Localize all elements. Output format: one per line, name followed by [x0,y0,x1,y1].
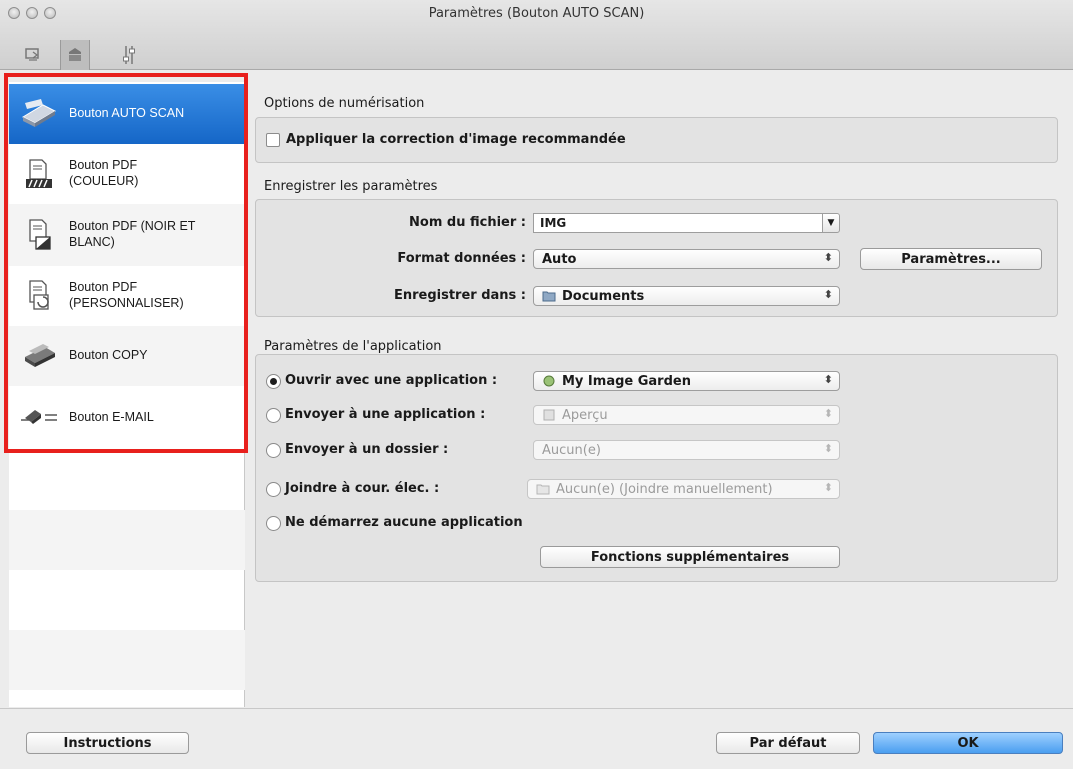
filename-dropdown-button[interactable]: ▼ [822,213,840,233]
open-with-app-label: Ouvrir avec une application : [285,373,498,388]
up-down-arrows-icon: ⬍ [823,373,833,386]
sidebar-item-pdf-bw[interactable]: Bouton PDF (NOIR ET BLANC) [9,204,245,266]
copy-icon [9,326,69,386]
up-down-arrows-icon: ⬍ [823,407,833,420]
sidebar-item-pdf-color[interactable]: Bouton PDF (COULEUR) [9,144,245,204]
sidebar-item-label: Bouton E-MAIL [69,410,154,425]
send-to-app-value: Aperçu [562,407,608,423]
app-icon [542,375,556,387]
send-to-app-radio[interactable] [266,408,281,423]
ok-button[interactable]: OK [873,732,1063,754]
sidebar-item-auto-scan[interactable]: Bouton AUTO SCAN [9,84,245,144]
up-down-arrows-icon: ⬍ [823,251,833,264]
up-down-arrows-icon: ⬍ [823,288,833,301]
preview-app-icon [542,409,556,421]
save-in-select[interactable]: Documents ⬍ [533,286,840,306]
send-to-folder-value: Aucun(e) [542,442,601,458]
filename-input[interactable]: IMG [533,213,823,233]
title-bar: Paramètres (Bouton AUTO SCAN) [0,0,1073,70]
format-value: Auto [542,251,577,267]
attach-email-radio[interactable] [266,482,281,497]
window-title: Paramètres (Bouton AUTO SCAN) [428,6,645,21]
empty-row [9,510,245,570]
sidebar-item-label: Bouton AUTO SCAN [69,106,185,121]
sidebar-item-pdf-custom[interactable]: Bouton PDF (PERSONNALISER) [9,266,245,326]
send-to-app-label: Envoyer à une application : [285,407,486,422]
filename-label: Nom du fichier : [409,215,526,230]
scan-from-computer-icon [25,48,39,61]
no-app-label: Ne démarrez aucune application [285,515,523,530]
tab-scan-from-panel[interactable] [60,40,90,70]
folder-icon [536,483,550,495]
up-down-arrows-icon: ⬍ [823,442,833,455]
email-icon [9,386,69,450]
instructions-button[interactable]: Instructions [26,732,189,754]
sidebar-item-copy[interactable]: Bouton COPY [9,326,245,386]
app-settings-title: Paramètres de l'application [264,339,442,354]
scanner-icon [9,84,69,144]
scan-from-panel-icon [69,48,81,61]
tab-scan-from-computer[interactable] [18,40,48,70]
more-functions-button[interactable]: Fonctions supplémentaires [540,546,840,568]
pdf-bw-icon [9,204,69,266]
apply-correction-label: Appliquer la correction d'image recomman… [286,132,626,147]
attach-email-label: Joindre à cour. élec. : [285,481,440,496]
open-with-app-radio[interactable] [266,374,281,389]
sidebar-item-label: Bouton PDF (COULEUR) [69,158,139,188]
send-to-app-select[interactable]: Aperçu ⬍ [533,405,840,425]
open-with-app-value: My Image Garden [562,373,691,389]
attach-email-select[interactable]: Aucun(e) (Joindre manuellement) ⬍ [527,479,840,499]
sidebar-item-label: Bouton PDF (PERSONNALISER) [69,280,184,310]
send-to-folder-label: Envoyer à un dossier : [285,442,449,457]
save-in-label: Enregistrer dans : [393,288,526,303]
sidebar-item-label: Bouton PDF (NOIR ET BLANC) [69,219,196,249]
settings-window: Paramètres (Bouton AUTO SCAN) Bouton AUT… [0,0,1073,769]
chevron-down-icon: ▼ [827,218,835,228]
pdf-color-icon [9,144,69,204]
format-select[interactable]: Auto ⬍ [533,249,840,269]
attach-email-value: Aucun(e) (Joindre manuellement) [556,481,773,497]
format-label: Format données : [397,251,526,266]
scan-options-title: Options de numérisation [264,96,425,111]
save-in-value: Documents [562,288,645,304]
empty-row [9,630,245,690]
open-with-app-select[interactable]: My Image Garden ⬍ [533,371,840,391]
apply-correction-checkbox[interactable] [266,133,280,147]
general-settings-icon [123,46,135,64]
send-to-folder-radio[interactable] [266,443,281,458]
save-settings-title: Enregistrer les paramètres [264,179,438,194]
scanner-button-list: Bouton AUTO SCAN Bouton PDF (COULEUR) Bo… [9,82,245,707]
sidebar-item-email[interactable]: Bouton E-MAIL [9,386,245,450]
pdf-custom-icon [9,266,69,326]
sidebar-item-label: Bouton COPY [69,348,148,363]
defaults-button[interactable]: Par défaut [716,732,860,754]
up-down-arrows-icon: ⬍ [823,481,833,494]
tab-general-settings[interactable] [114,40,144,70]
folder-icon [542,290,556,302]
send-to-folder-select[interactable]: Aucun(e) ⬍ [533,440,840,460]
no-app-radio[interactable] [266,516,281,531]
format-settings-button[interactable]: Paramètres... [860,248,1042,270]
